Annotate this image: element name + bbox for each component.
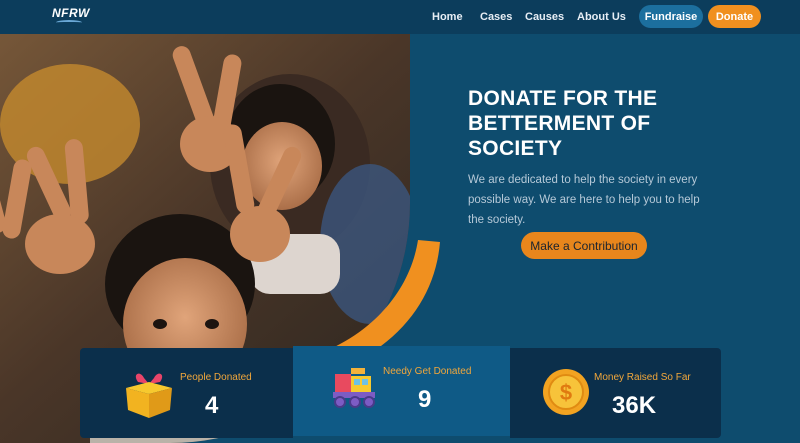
stat-label: Needy Get Donated [383,366,472,377]
stat-money-raised: $ Money Raised So Far 36K [510,348,721,438]
dollar-coin-icon: $ [543,369,589,415]
stat-needy-donated: Needy Get Donated 9 [293,346,510,436]
make-contribution-button[interactable]: Make a Contribution [521,232,647,259]
site-logo[interactable]: NFRW [52,6,90,20]
nav-cases-link[interactable]: Cases [480,11,512,23]
nav-about-link[interactable]: About Us [577,11,626,23]
hero-title: DONATE FOR THE BETTERMENT OF SOCIETY [468,87,658,160]
stat-value: 4 [205,392,219,419]
logo-swoosh [56,20,82,25]
hero-description: We are dedicated to help the society in … [468,174,700,226]
fundraise-button[interactable]: Fundraise [639,5,703,28]
stat-value: 36K [612,392,657,419]
nav-home-link[interactable]: Home [432,11,463,23]
stats-bar: People Donated 4 Needy Get Donated 9 $ M… [80,346,721,443]
stat-label: Money Raised So Far [594,372,691,383]
nav-causes-link[interactable]: Causes [525,11,564,23]
stat-people-donated: People Donated 4 [80,348,293,438]
toy-train-icon [333,368,375,408]
stat-value: 9 [418,386,432,413]
navbar: NFRW Home Cases Causes About Us Fundrais… [0,0,800,34]
stat-label: People Donated [180,372,252,383]
svg-text:$: $ [560,380,572,405]
donate-button[interactable]: Donate [708,5,761,28]
gift-box-icon [126,373,172,418]
